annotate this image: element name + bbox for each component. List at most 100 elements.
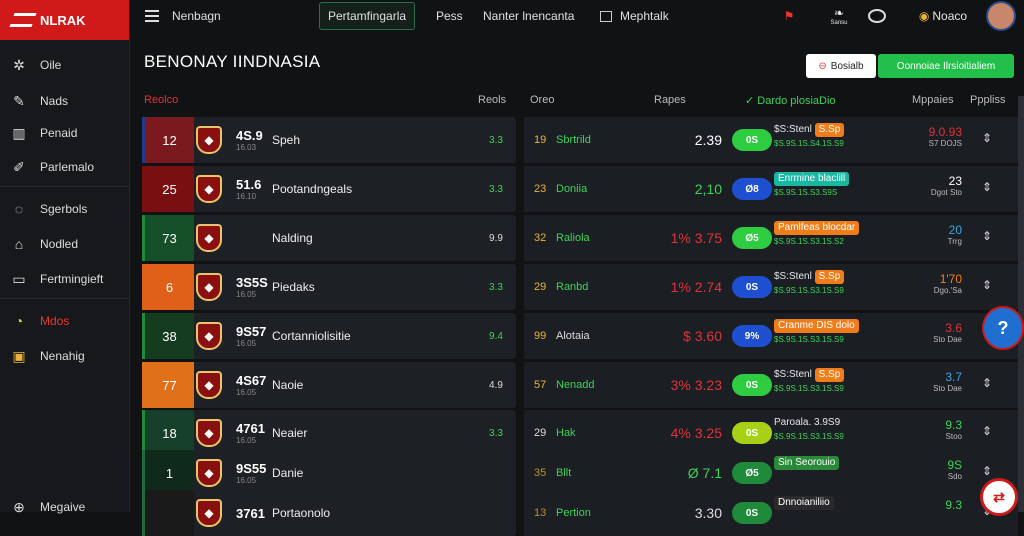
sidebar-item-sgerbols[interactable]: ◌ Sgerbols <box>0 194 130 224</box>
odds-pill[interactable]: 0S <box>732 422 772 444</box>
sidebar-item-nads[interactable]: ✎ Nads <box>0 86 130 116</box>
market-cell[interactable]: Sin Seorouio <box>774 456 840 470</box>
filter-button[interactable]: ⊖ Bosialb <box>806 54 876 78</box>
rank-cell: 6 <box>142 264 194 310</box>
table-row[interactable]: 73 ◆ Nalding 9.9 <box>142 215 516 261</box>
sidebar-item-penaid[interactable]: ▥ Penaid <box>0 118 130 148</box>
table-row[interactable]: 77 ◆ 4S67 16.05 Naoie 4.9 <box>142 362 516 408</box>
match-odds: 2.39 <box>694 132 722 148</box>
market-sub: $S.9S.1S.S3.1S.S9 <box>774 432 844 441</box>
col-header-3[interactable]: Oreo <box>530 94 554 106</box>
market-label: $S:Stenl <box>774 369 812 380</box>
info-icon[interactable] <box>868 9 886 23</box>
share-icon[interactable]: ⇕ <box>982 229 992 243</box>
market-cell[interactable]: Pamlfeas blocdar $S.9S.1S.S3.1S.S2 <box>774 221 860 249</box>
help-fab-icon[interactable]: ? <box>982 306 1024 350</box>
table-row[interactable]: 25 ◆ 51.6 16.10 Pootandngeals 3.3 <box>142 166 516 212</box>
tab-pess[interactable]: Pess <box>428 2 471 30</box>
circle-icon: ⊖ <box>818 60 827 72</box>
table-row[interactable]: 12 ◆ 4S.9 16.03 Speh 3.3 <box>142 117 516 163</box>
chart-icon: ▥ <box>12 124 26 141</box>
market-chip: Pamlfeas blocdar <box>774 221 860 235</box>
market-cell[interactable]: $S:Stenl S.Sp $S.9S.1S.S4.1S.S9 <box>774 123 845 151</box>
odds-pill[interactable]: Ø5 <box>732 227 772 249</box>
rank-cell <box>142 490 194 536</box>
sidebar-item-parlemalo[interactable]: ✐ Parlemalo <box>0 152 130 182</box>
sidebar-item-nenahig[interactable]: ▣ Nenahig <box>0 341 130 371</box>
odds-pill[interactable]: 0S <box>732 276 772 298</box>
team-crest-icon: ◆ <box>196 224 222 252</box>
match-number: 99 <box>534 330 547 342</box>
chat-fab-icon[interactable]: ⇄ <box>980 478 1018 516</box>
sidebar-item-nodled[interactable]: ⌂ Nodled <box>0 229 130 259</box>
market-cell[interactable]: $S:Stenl S.Sp $S.9S.1S.S3.1S.S9 <box>774 368 845 396</box>
match-row[interactable]: 99 Alotaia $ 3.60 9% Cranme DIS dolo $S.9… <box>524 313 1018 359</box>
match-number: 29 <box>534 427 547 439</box>
market-label: $S:Stenl <box>774 271 812 282</box>
odds-pill[interactable]: 9% <box>732 325 772 347</box>
match-row[interactable]: 32 Raliola 1% 3.75 Ø5 Pamlfeas blocdar $S… <box>524 215 1018 261</box>
share-icon[interactable]: ⇕ <box>982 424 992 438</box>
grid-nav[interactable]: Mephtalk <box>592 2 677 30</box>
share-icon[interactable]: ⇕ <box>982 376 992 390</box>
sidebar-item-mdos[interactable]: ◔ Mdos <box>0 306 130 336</box>
market-chip: Enrmine blaclill <box>774 172 850 186</box>
table-row[interactable]: 38 ◆ 9S57 16.05 Cortanniolisitie 9.4 <box>142 313 516 359</box>
col-header-2[interactable]: Reols <box>478 94 506 106</box>
tab-pertamfingarla[interactable]: Pertamfingarla <box>319 2 416 30</box>
odds-pill[interactable]: 0S <box>732 374 772 396</box>
col-header-7[interactable]: Pppliss <box>970 94 1005 106</box>
hamburger-menu-icon[interactable] <box>145 10 159 22</box>
chat-icon: ◌ <box>14 201 24 217</box>
points-cell: 9S57 16.05 <box>236 324 270 348</box>
market-cell[interactable]: Paroala. 3.9S9 $S.9S.1S.S3.1S.S9 <box>774 416 851 444</box>
match-team: Doniia <box>556 183 588 195</box>
primary-action-button[interactable]: Oonnoiae Ilrsioitialiem <box>878 54 1014 78</box>
market-cell[interactable]: Dnnoianiliio <box>774 496 834 510</box>
sidebar-item-label: Mdos <box>40 314 70 328</box>
odds-pill[interactable]: 0S <box>732 502 772 524</box>
share-icon[interactable]: ⇕ <box>982 131 992 145</box>
market-sub: $S.9S.1S.S4.1S.S9 <box>774 139 844 148</box>
col-header-4[interactable]: Rapes <box>654 94 686 106</box>
match-team: Hak <box>556 427 576 439</box>
col-header-5[interactable]: ✓ Dardo plosiaDio <box>745 94 836 107</box>
match-row[interactable]: 29 Ranbd 1% 2.74 0S $S:Stenl S.Sp $S.9S.1… <box>524 264 1018 310</box>
match-row[interactable]: 19 Sbrtrild 2.39 0S $S:Stenl S.Sp $S.9S.1… <box>524 117 1018 163</box>
table-row[interactable]: 6 ◆ 3S5S 16.05 Piedaks 3.3 <box>142 264 516 310</box>
market-cell[interactable]: $S:Stenl S.Sp $S.9S.1S.S3.1S.S9 <box>774 270 845 298</box>
sidebar-item-oile[interactable]: ✲ Oile <box>0 50 130 80</box>
avatar[interactable] <box>986 1 1016 31</box>
col-header-1[interactable]: Reolco <box>144 94 178 106</box>
odds-pill[interactable]: Ø5 <box>732 462 772 484</box>
brand-logo[interactable]: NLRAK <box>0 0 129 40</box>
table-row[interactable]: ◆ 3761 Portaonolo <box>142 490 516 536</box>
scrollbar[interactable] <box>1018 96 1024 512</box>
stat-cell: 9.0.93 S7 DOJS <box>894 125 962 148</box>
share-icon[interactable]: ⇕ <box>982 464 992 478</box>
odds-pill[interactable]: Ø8 <box>732 178 772 200</box>
odds-pill[interactable]: 0S <box>732 129 772 151</box>
flag-icon[interactable]: ⚑ <box>772 4 806 28</box>
sidebar-item-label: Sgerbols <box>40 202 88 216</box>
share-icon[interactable]: ⇕ <box>982 180 992 194</box>
match-row[interactable]: 13 Pertion 3.30 0S Dnnoianiliio 9.3 ⇕ <box>524 490 1018 536</box>
team-crest-icon: ◆ <box>196 273 222 301</box>
match-odds: 1% 3.75 <box>670 230 722 246</box>
rank-cell: 77 <box>142 362 194 408</box>
sidebar-item-megaive[interactable]: ⊕ Megaive <box>0 492 130 522</box>
brand-badge[interactable]: ❧ Sansu <box>824 4 854 28</box>
match-odds: 3% 3.23 <box>670 377 722 393</box>
sidebar-item-fertmingieft[interactable]: ▭ Fertmingieft <box>0 264 130 294</box>
share-icon[interactable]: ⇕ <box>982 278 992 292</box>
tab-nanter[interactable]: Nanter lnencanta <box>475 2 582 30</box>
match-number: 35 <box>534 467 547 479</box>
col-header-6[interactable]: Mppaies <box>912 94 954 106</box>
match-row[interactable]: 57 Nenadd 3% 3.23 0S $S:Stenl S.Sp $S.9S.… <box>524 362 1018 408</box>
coin-balance[interactable]: ◉ Noaco <box>914 4 972 28</box>
sidebar-divider <box>0 186 130 187</box>
market-cell[interactable]: Cranme DIS dolo $S.9S.1S.S3.1S.S9 <box>774 319 859 347</box>
match-row[interactable]: 23 Doniia 2,10 Ø8 Enrmine blaclill $S.9S.… <box>524 166 1018 212</box>
menu-label[interactable]: Nenbagn <box>164 2 229 30</box>
market-cell[interactable]: Enrmine blaclill $S.9S.1S.S3.S9S <box>774 172 850 200</box>
